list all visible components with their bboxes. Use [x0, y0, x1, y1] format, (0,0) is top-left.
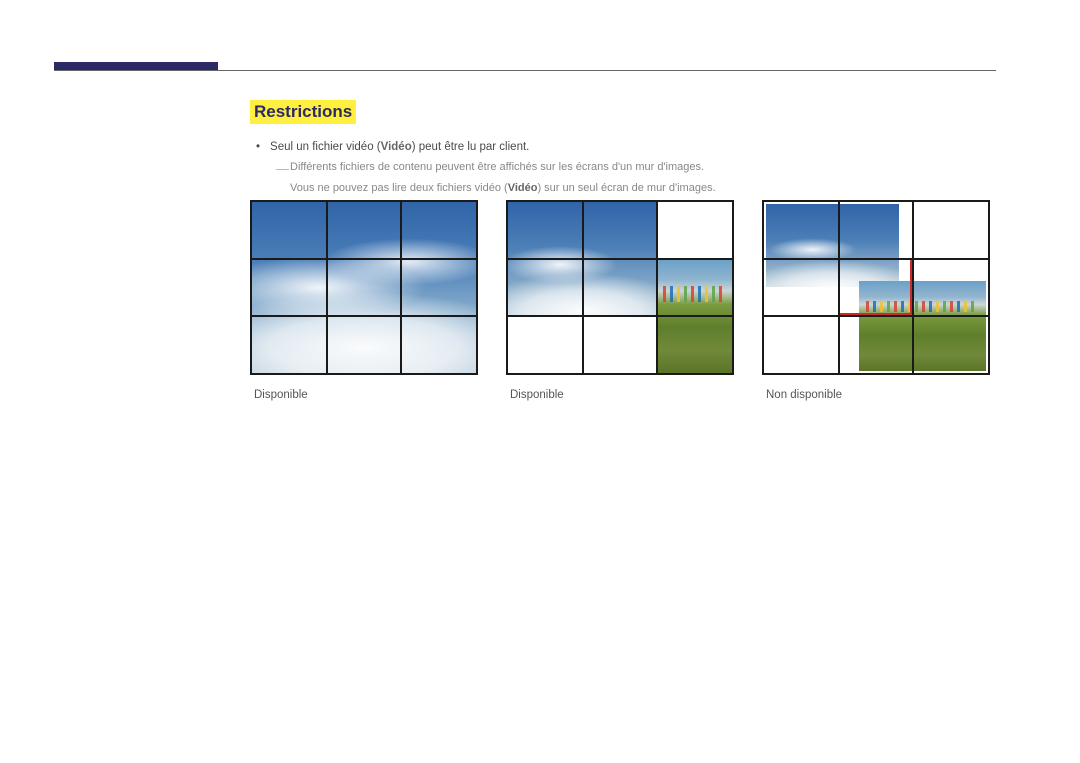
bullet-text: Seul un fichier vidéo (Vidéo) peut être … [270, 138, 529, 156]
figure-1: Disponible [250, 200, 478, 401]
page: Restrictions • Seul un fichier vidéo (Vi… [0, 0, 1080, 763]
bullet-dot-icon: • [256, 138, 260, 156]
video-wall-1 [250, 200, 478, 375]
sub-line-2: Vous ne pouvez pas lire deux fichiers vi… [276, 180, 996, 197]
meadow-image-overlap [859, 281, 986, 371]
sky-image-overlap [766, 204, 899, 287]
section-heading: Restrictions [250, 100, 356, 124]
sub-line-2-after: ) sur un seul écran de mur d'images. [537, 182, 715, 194]
figure-row: Disponible Disponible [250, 200, 990, 401]
bullet-keyword: Vidéo [381, 141, 412, 153]
content-area: Restrictions • Seul un fichier vidéo (Vi… [250, 100, 996, 215]
header-tab [54, 62, 218, 70]
dash-icon: ― [276, 159, 290, 179]
sub-bullet-block: ―Différents fichiers de contenu peuvent … [276, 159, 996, 196]
bullet-text-before: Seul un fichier vidéo ( [270, 141, 381, 153]
figure-3: Non disponible [762, 200, 990, 401]
video-wall-2 [506, 200, 734, 375]
figure-3-caption: Non disponible [762, 389, 990, 401]
sky-image-2x2 [508, 202, 657, 316]
sub-line-2-before: Vous ne pouvez pas lire deux fichiers vi… [290, 182, 508, 194]
figure-2: Disponible [506, 200, 734, 401]
sub-line-1: ―Différents fichiers de contenu peuvent … [276, 159, 996, 179]
figure-1-caption: Disponible [250, 389, 478, 401]
sky-image-full [252, 202, 476, 373]
sub-line-1-text: Différents fichiers de contenu peuvent ê… [290, 161, 704, 173]
sub-line-2-keyword: Vidéo [508, 182, 538, 194]
bullet-item: • Seul un fichier vidéo (Vidéo) peut êtr… [256, 138, 996, 156]
bullet-block: • Seul un fichier vidéo (Vidéo) peut êtr… [250, 138, 996, 197]
header-rule [54, 70, 996, 71]
figure-2-caption: Disponible [506, 389, 734, 401]
video-wall-3 [762, 200, 990, 375]
bullet-text-after: ) peut être lu par client. [412, 141, 530, 153]
meadow-image-1x2 [657, 259, 732, 373]
